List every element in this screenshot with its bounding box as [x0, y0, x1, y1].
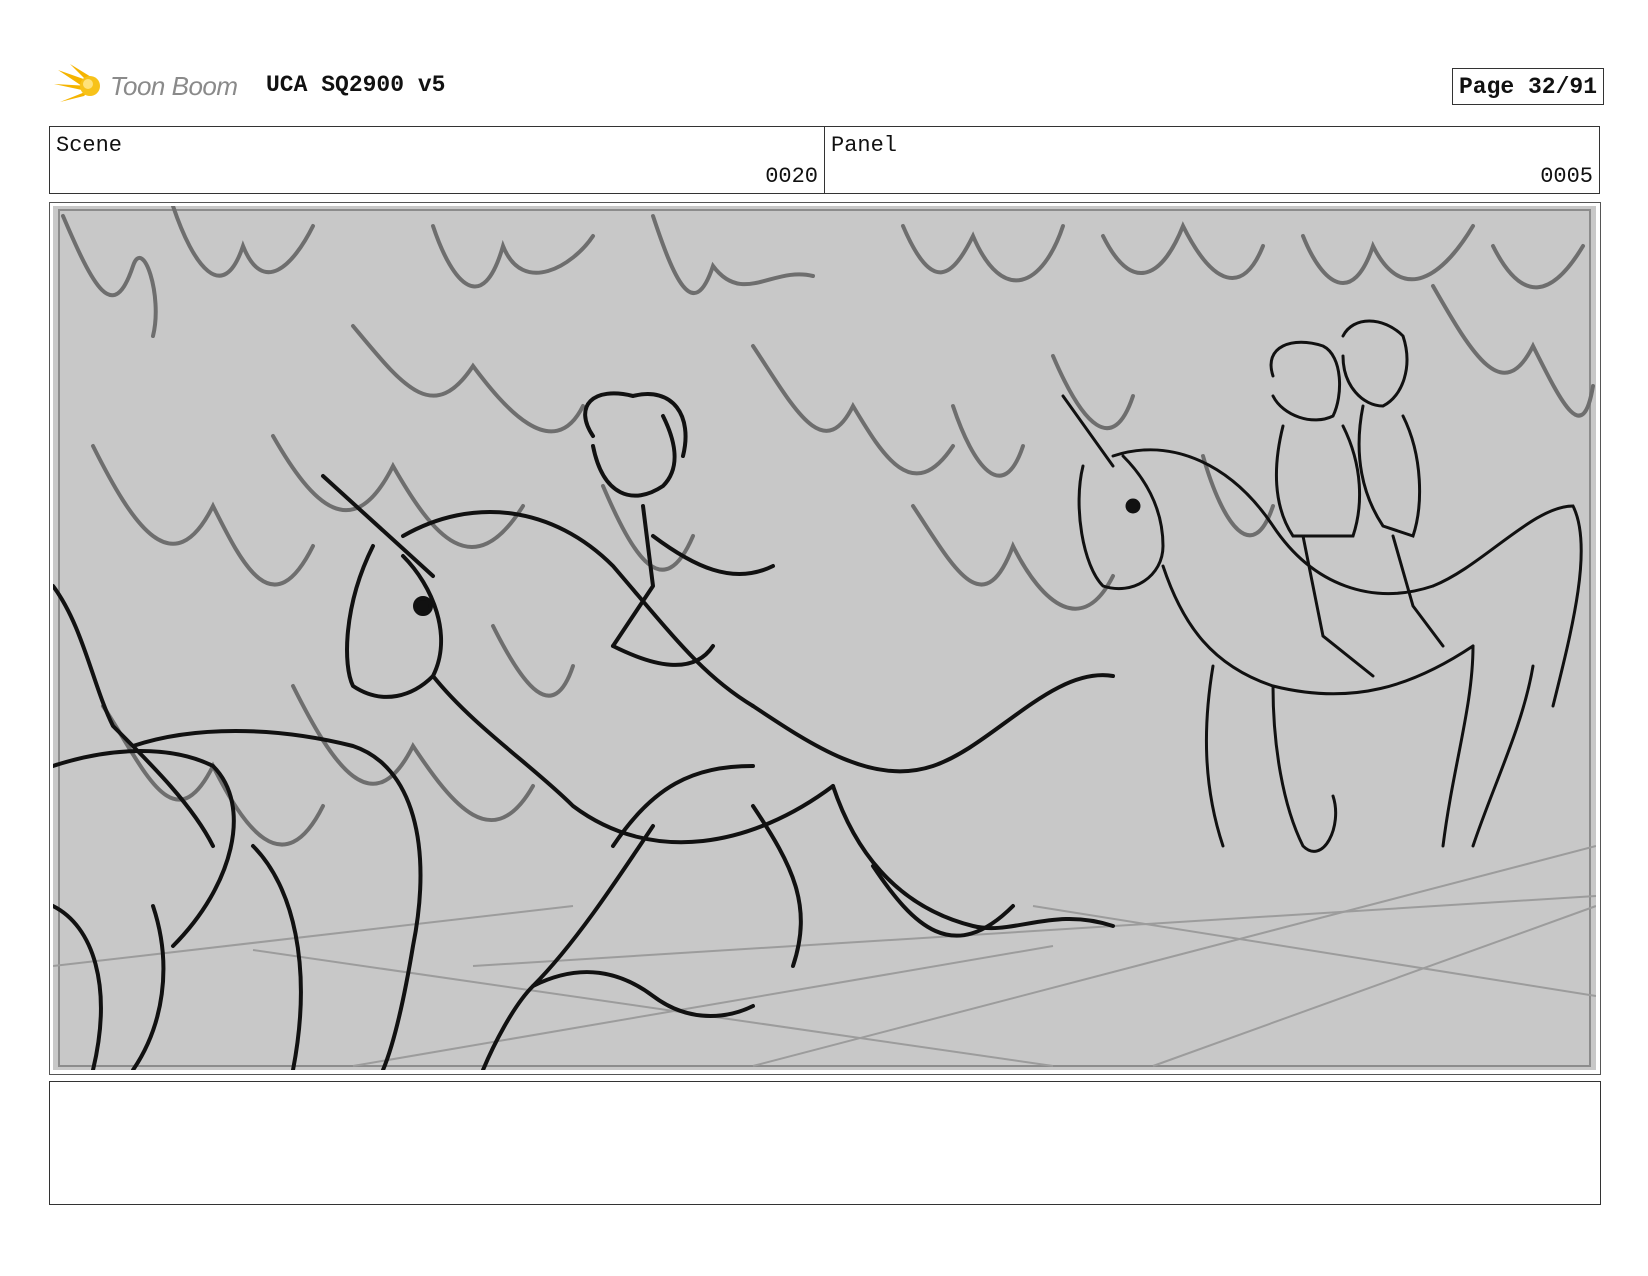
- panel-notes-box: [49, 1081, 1601, 1205]
- panel-value: 0005: [1540, 164, 1593, 189]
- storyboard-panel: [49, 202, 1601, 1075]
- document-title: UCA SQ2900 v5: [266, 72, 446, 98]
- logo-text: Toon Boom: [110, 71, 238, 101]
- panel-cell: Panel 0005: [824, 127, 1599, 193]
- page-number-badge: Page 32/91: [1451, 68, 1604, 105]
- scene-panel-info-bar: Scene 0020 Panel 0005: [49, 126, 1600, 194]
- storyboard-sketch-image: [53, 206, 1596, 1070]
- panel-label: Panel: [831, 133, 898, 158]
- scene-cell: Scene 0020: [50, 127, 824, 193]
- scene-value: 0020: [765, 164, 818, 189]
- scene-label: Scene: [56, 133, 123, 158]
